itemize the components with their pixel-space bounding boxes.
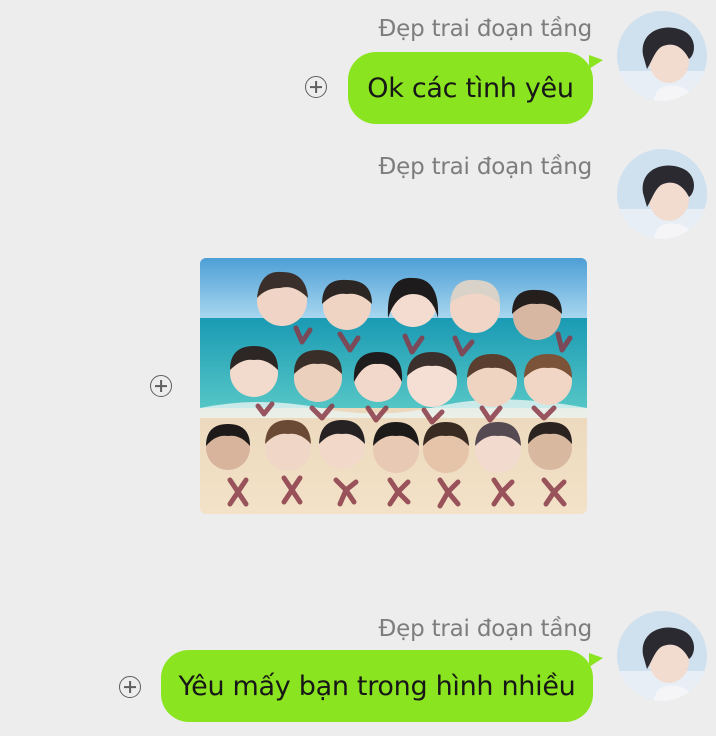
bubble-tail <box>589 653 603 667</box>
sender-avatar[interactable] <box>617 149 707 239</box>
sender-name: Đẹp trai đoạn tầng <box>378 154 593 180</box>
message-text: Ok các tình yêu <box>367 72 574 104</box>
sender-name: Đẹp trai đoạn tầng <box>378 16 593 42</box>
sender-avatar[interactable] <box>617 11 707 101</box>
bubble-tail <box>589 55 603 69</box>
message-bubble[interactable]: Ok các tình yêu <box>348 52 593 124</box>
add-icon[interactable] <box>119 676 141 698</box>
add-icon[interactable] <box>305 76 327 98</box>
message-bubble[interactable]: Yêu mấy bạn trong hình nhiều <box>161 650 593 722</box>
sender-avatar[interactable] <box>617 611 707 701</box>
message-text: Yêu mấy bạn trong hình nhiều <box>178 670 576 702</box>
add-icon[interactable] <box>150 375 172 397</box>
shared-photo[interactable] <box>200 258 587 514</box>
sender-name: Đẹp trai đoạn tầng <box>378 616 593 642</box>
